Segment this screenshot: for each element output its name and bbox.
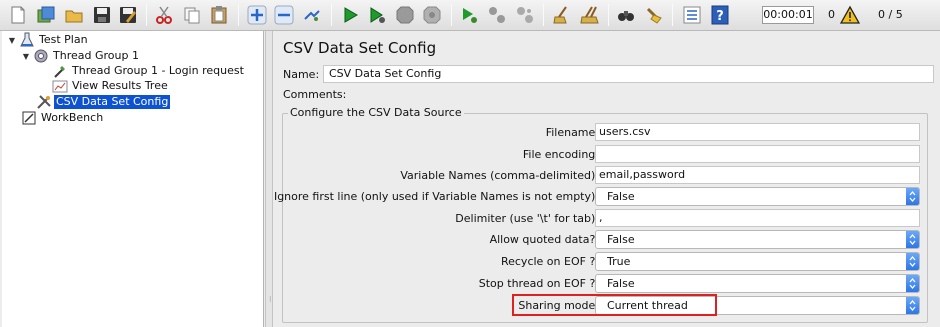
expand-icon[interactable] bbox=[246, 4, 268, 26]
reset-search-icon[interactable] bbox=[643, 4, 665, 26]
active-threads: 0 / 5 bbox=[878, 8, 903, 21]
clear-all-icon[interactable] bbox=[579, 4, 601, 26]
remote-stop-icon[interactable] bbox=[486, 4, 508, 26]
select-value: True bbox=[607, 255, 631, 268]
select-value: False bbox=[607, 233, 635, 246]
name-field[interactable]: CSV Data Set Config bbox=[323, 65, 934, 83]
shutdown-icon[interactable] bbox=[421, 4, 443, 26]
filename-row: Filename: users.csv bbox=[283, 123, 929, 142]
field-label: Ignore first line (only used if Variable… bbox=[273, 190, 599, 203]
search-icon[interactable] bbox=[615, 4, 637, 26]
allow-quoted-data-row: Allow quoted data?: False bbox=[283, 230, 929, 249]
tree-node-view-results-tree[interactable]: View Results Tree bbox=[52, 78, 170, 94]
remote-shutdown-icon[interactable] bbox=[514, 4, 536, 26]
tree-node-label: Test Plan bbox=[39, 33, 88, 46]
field-label: Filename: bbox=[545, 126, 599, 139]
expand-arrow-icon[interactable]: ▼ bbox=[21, 52, 31, 61]
cut-icon[interactable] bbox=[153, 4, 175, 26]
tree-node-login-request[interactable]: Thread Group 1 - Login request bbox=[52, 63, 246, 79]
delimiter-row: Delimiter (use '\t' for tab): , bbox=[283, 209, 929, 228]
field-label: Stop thread on EOF ?: bbox=[478, 277, 599, 290]
csv-source-group: Configure the CSV Data Source Filename: … bbox=[274, 106, 929, 323]
tree-node-label: View Results Tree bbox=[72, 79, 168, 92]
tree-node-workbench[interactable]: WorkBench bbox=[21, 110, 105, 126]
tree-node-csv-data-set-config[interactable]: CSV Data Set Config bbox=[36, 94, 171, 110]
group-title: Configure the CSV Data Source bbox=[288, 106, 464, 119]
filename-field[interactable]: users.csv bbox=[595, 123, 920, 141]
chevron-updown-icon[interactable] bbox=[906, 275, 919, 292]
comments-label: Comments: bbox=[283, 88, 347, 101]
clear-icon[interactable] bbox=[551, 4, 573, 26]
collapse-icon[interactable] bbox=[273, 4, 295, 26]
recycle-on-eof-row: Recycle on EOF ?: True bbox=[283, 252, 929, 271]
select-value: False bbox=[607, 277, 635, 290]
warning-icon[interactable] bbox=[840, 5, 860, 25]
save-icon[interactable] bbox=[91, 4, 113, 26]
help-icon[interactable]: ? bbox=[709, 4, 731, 26]
field-label: File encoding: bbox=[522, 148, 599, 161]
tree-node-thread-group[interactable]: ▼ Thread Group 1 bbox=[21, 48, 141, 64]
wrench-icon bbox=[37, 95, 51, 109]
chevron-updown-icon[interactable] bbox=[906, 188, 919, 205]
pipette-icon bbox=[54, 66, 65, 78]
chevron-updown-icon[interactable] bbox=[906, 253, 919, 270]
tree-node-label: WorkBench bbox=[41, 111, 104, 124]
copy-icon[interactable] bbox=[181, 4, 203, 26]
file-encoding-row: File encoding: bbox=[283, 145, 929, 164]
chevron-updown-icon[interactable] bbox=[906, 231, 919, 248]
start-no-pause-icon[interactable] bbox=[366, 4, 388, 26]
new-icon[interactable] bbox=[7, 4, 29, 26]
variable-names-field[interactable]: email,password bbox=[595, 166, 920, 184]
elapsed-timer: 00:00:01 bbox=[762, 6, 814, 24]
toggle-icon[interactable] bbox=[301, 4, 323, 26]
config-panel: CSV Data Set Config Name: CSV Data Set C… bbox=[274, 31, 940, 327]
field-label: Variable Names (comma-delimited): bbox=[400, 169, 599, 182]
templates-icon[interactable] bbox=[35, 4, 57, 26]
paste-icon[interactable] bbox=[208, 4, 230, 26]
remote-start-icon[interactable] bbox=[459, 4, 481, 26]
svg-text:?: ? bbox=[716, 9, 724, 24]
field-label: Recycle on EOF ?: bbox=[500, 255, 599, 268]
flask-icon bbox=[20, 32, 34, 47]
gear-icon bbox=[34, 49, 48, 63]
function-helper-icon[interactable] bbox=[681, 4, 703, 26]
delimiter-field[interactable]: , bbox=[595, 209, 920, 227]
save-as-icon[interactable] bbox=[117, 4, 139, 26]
split-pane-divider[interactable]: ⁝ bbox=[265, 31, 273, 327]
annotation-highlight-box bbox=[512, 294, 717, 316]
toolbar: ? 00:00:01 0 0 / 5 bbox=[0, 0, 940, 31]
grip-icon[interactable]: ⁝ bbox=[269, 295, 272, 304]
field-label: Delimiter (use '\t' for tab): bbox=[455, 212, 599, 225]
stop-icon[interactable] bbox=[394, 4, 416, 26]
ignore-first-line-select[interactable]: False bbox=[595, 187, 920, 206]
start-icon[interactable] bbox=[339, 4, 361, 26]
page-title: CSV Data Set Config bbox=[283, 39, 437, 57]
chevron-updown-icon[interactable] bbox=[906, 297, 919, 314]
allow-quoted-data-select[interactable]: False bbox=[595, 230, 920, 249]
tree-node-label: Thread Group 1 bbox=[53, 49, 139, 62]
chart-icon bbox=[52, 80, 68, 93]
error-count: 0 bbox=[828, 8, 835, 21]
stop-thread-on-eof-row: Stop thread on EOF ?: False bbox=[283, 274, 929, 293]
stop-thread-on-eof-select[interactable]: False bbox=[595, 274, 920, 293]
test-plan-tree: ▼ Test Plan ▼ Thread Group 1 Thread Grou… bbox=[2, 31, 264, 327]
select-value: False bbox=[607, 190, 635, 203]
expand-arrow-icon[interactable]: ▼ bbox=[7, 36, 17, 45]
variable-names-row: Variable Names (comma-delimited): email,… bbox=[283, 166, 929, 185]
recycle-on-eof-select[interactable]: True bbox=[595, 252, 920, 271]
tree-node-label: Thread Group 1 - Login request bbox=[72, 64, 244, 77]
name-label: Name: bbox=[283, 68, 320, 81]
ignore-first-line-row: Ignore first line (only used if Variable… bbox=[274, 187, 929, 206]
field-label: Allow quoted data?: bbox=[489, 233, 599, 246]
open-icon[interactable] bbox=[63, 4, 85, 26]
tree-node-label: CSV Data Set Config bbox=[54, 95, 171, 109]
tree-node-test-plan[interactable]: ▼ Test Plan bbox=[7, 32, 90, 48]
file-encoding-field[interactable] bbox=[595, 145, 920, 163]
workbench-icon bbox=[22, 111, 36, 125]
